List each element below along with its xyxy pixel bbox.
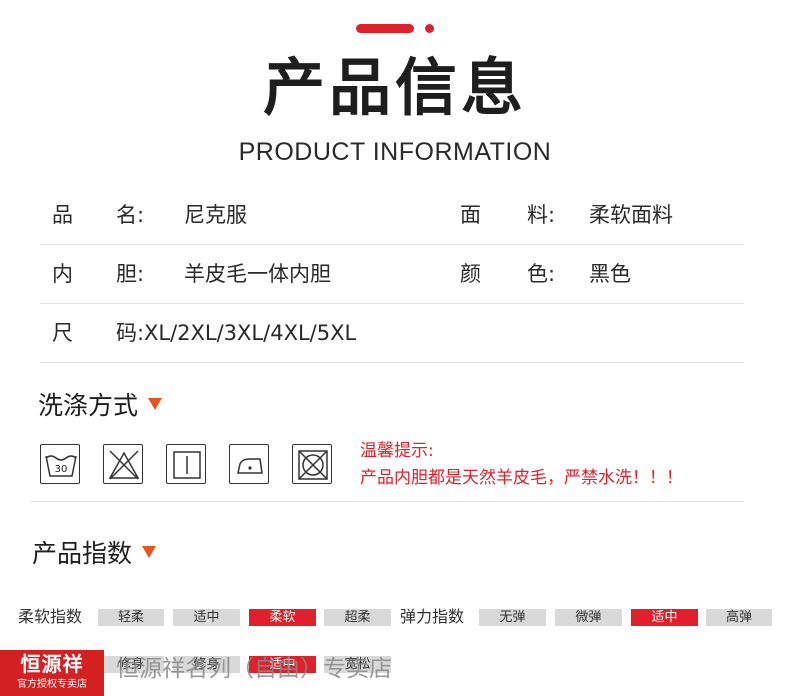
fabric-value: 柔软面料 [589, 203, 673, 227]
elasticity-option-selected: 适中 [631, 609, 698, 626]
svg-text:30: 30 [55, 464, 68, 475]
elasticity-option: 微弹 [555, 609, 622, 626]
elasticity-label: 弹力指数 [400, 607, 465, 626]
decor-dot [425, 24, 434, 33]
triangle-down-icon [148, 398, 163, 410]
brand-logo: 恒源祥 官方授权专卖店 [0, 650, 104, 696]
color-label-a: 颜 [460, 262, 481, 286]
page-subtitle: PRODUCT INFORMATION [238, 138, 552, 166]
softness-option: 轻柔 [98, 609, 164, 626]
page-title: 产品信息 [262, 51, 527, 124]
washing-title-text: 洗涤方式 [38, 391, 139, 420]
color-label-b: 色: [527, 262, 556, 286]
lining-value: 羊皮毛一体内胆 [184, 262, 331, 286]
name-value: 尼克服 [184, 203, 247, 227]
line-dry-icon [166, 444, 206, 484]
softness-label: 柔软指数 [18, 607, 83, 626]
brand-logo-subtext: 官方授权专卖店 [17, 679, 87, 690]
info-row-name-fabric: 品 名: 尼克服 面 料: 柔软面料 [40, 186, 744, 245]
lining-label-b: 胆: [116, 262, 145, 286]
softness-option: 超柔 [324, 609, 391, 626]
washing-title: 洗涤方式 [38, 390, 163, 422]
store-name: 恒源祥名列（自由）专卖店 [116, 656, 392, 682]
brand-logo-text: 恒源祥 [20, 652, 84, 676]
wash-30-icon: 30 [40, 444, 80, 484]
info-row-size: 尺 码: XL/2XL/3XL/4XL/5XL [40, 304, 744, 363]
decor-bar [356, 24, 414, 33]
warning-title: 温馨提示: [360, 441, 434, 461]
name-label-b: 名: [116, 203, 145, 227]
name-label-a: 品 [52, 203, 73, 227]
size-value: XL/2XL/3XL/4XL/5XL [144, 321, 357, 345]
no-bleach-icon [103, 444, 143, 484]
fabric-label-b: 料: [527, 203, 556, 227]
lining-label-a: 内 [52, 262, 73, 286]
info-row-lining-color: 内 胆: 羊皮毛一体内胆 颜 色: 黑色 [40, 245, 744, 304]
size-label-a: 尺 [52, 321, 73, 345]
elasticity-option: 高弹 [706, 609, 772, 626]
divider [30, 501, 744, 502]
color-value: 黑色 [589, 262, 631, 286]
warning-text: 产品内胆都是天然羊皮毛，严禁水洗！！！ [360, 468, 683, 488]
triangle-down-icon [142, 546, 157, 558]
size-label-b: 码: [116, 321, 145, 345]
index-title-text: 产品指数 [32, 539, 133, 568]
iron-icon [229, 444, 269, 484]
elasticity-option: 无弹 [479, 609, 546, 626]
no-tumble-dry-icon [292, 444, 332, 484]
index-title: 产品指数 [32, 538, 157, 570]
softness-option-selected: 柔软 [249, 609, 316, 626]
softness-option: 适中 [173, 609, 240, 626]
fabric-label-a: 面 [460, 203, 481, 227]
